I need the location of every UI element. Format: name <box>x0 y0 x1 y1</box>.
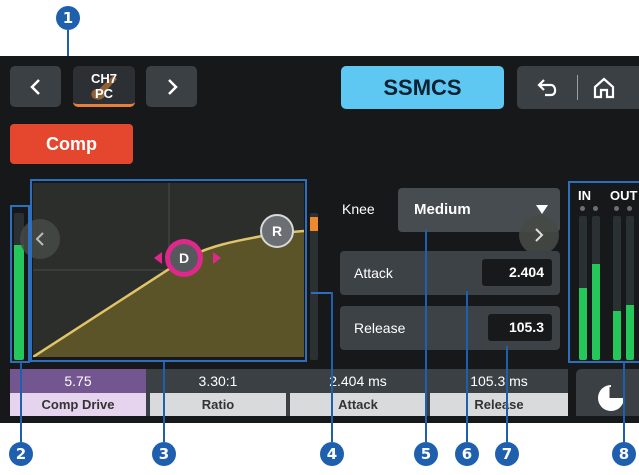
prev-channel-button[interactable] <box>10 66 61 107</box>
attack-control[interactable]: Attack 2.404 <box>340 251 560 295</box>
callout-5-line <box>425 230 427 442</box>
home-icon[interactable] <box>592 76 616 100</box>
callout-5: 5 <box>414 442 438 466</box>
param-value: 2.404 ms <box>329 373 387 389</box>
callout-3-line <box>163 362 165 442</box>
callout-4-line <box>331 292 333 442</box>
callout-8: 8 <box>612 442 636 466</box>
gain-reduction-meter <box>310 213 318 360</box>
nav-divider <box>577 75 578 100</box>
highlight-graph <box>30 179 307 362</box>
chevron-right-icon <box>167 78 178 95</box>
knee-value: Medium <box>414 201 471 218</box>
release-control[interactable]: Release 105.3 <box>340 306 560 350</box>
knee-label: Knee <box>342 201 375 217</box>
meter-bridge-button[interactable] <box>576 369 639 416</box>
undo-icon[interactable] <box>535 77 561 99</box>
param-label: Release <box>430 393 568 416</box>
callout-3: 3 <box>152 442 176 466</box>
dropdown-arrow-icon <box>536 205 548 214</box>
channel-name: PC <box>94 86 114 101</box>
gain-reduction-peak <box>310 217 318 231</box>
param-label: Comp Drive <box>10 393 146 416</box>
graph-right-arrow[interactable] <box>519 215 559 255</box>
chevron-left-icon <box>29 78 40 95</box>
meter-icon <box>598 385 624 411</box>
param-value: 105.3 ms <box>470 373 528 389</box>
callout-2: 2 <box>9 442 33 466</box>
next-channel-button[interactable] <box>146 66 197 107</box>
gain-reduction-fill <box>310 213 318 349</box>
highlight-input-meter <box>10 205 30 363</box>
param-release[interactable]: 105.3 ms Release <box>430 369 568 416</box>
comp-button[interactable]: Comp <box>10 124 133 164</box>
attack-label: Attack <box>354 265 393 281</box>
channel-number: CH7 <box>90 71 117 86</box>
callout-2-line <box>20 362 22 442</box>
callout-4-pointer <box>311 292 333 294</box>
param-ratio[interactable]: 3.30:1 Ratio <box>150 369 286 416</box>
param-comp-drive[interactable]: 5.75 Comp Drive <box>10 369 146 416</box>
callout-7-line <box>506 346 508 442</box>
callout-6-line <box>466 291 468 442</box>
callout-1: 1 <box>56 6 80 30</box>
param-label: Attack <box>290 393 426 416</box>
param-value: 3.30:1 <box>198 373 238 389</box>
callout-8-line <box>623 362 625 442</box>
param-value: 5.75 <box>64 373 92 389</box>
callout-6: 6 <box>455 442 479 466</box>
param-attack[interactable]: 2.404 ms Attack <box>290 369 426 416</box>
nav-group <box>517 66 639 109</box>
attack-value: 2.404 <box>508 264 544 280</box>
release-value: 105.3 <box>508 319 544 335</box>
callout-4: 4 <box>320 442 344 466</box>
attack-value-box: 2.404 <box>482 259 552 286</box>
callout-7: 7 <box>495 442 519 466</box>
param-label: Ratio <box>150 393 286 416</box>
chevron-right-icon <box>535 228 544 242</box>
param-strip: 5.75 Comp Drive 3.30:1 Ratio 2.404 ms At… <box>10 369 568 416</box>
highlight-meters <box>568 181 639 363</box>
release-value-box: 105.3 <box>488 314 552 341</box>
release-label: Release <box>354 320 406 336</box>
channel-selector[interactable]: CH7 PC <box>73 66 135 107</box>
scene-title-button[interactable]: SSMCS <box>341 66 504 109</box>
